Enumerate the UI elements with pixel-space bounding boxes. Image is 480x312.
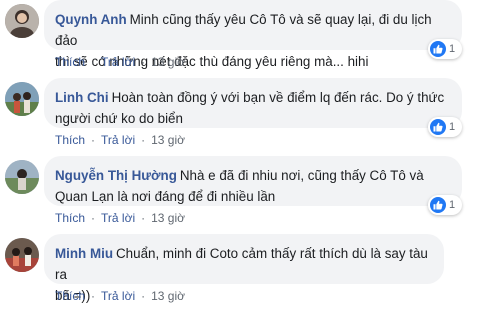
separator-dot: · (141, 211, 146, 225)
avatar[interactable] (5, 238, 39, 272)
comment-body-line: Hoàn toàn đồng ý với bạn về điểm lq đến … (111, 90, 445, 105)
comment-body-line: Quan Lạn là nơi đáng để đi nhiều lần (55, 189, 276, 204)
comment-text: Nguyễn Thị Hường Nhà e đã đi nhiu nơi, cũ… (55, 165, 450, 207)
reaction-summary[interactable]: 1 (428, 39, 462, 59)
like-link[interactable]: Thích (55, 208, 85, 228)
reaction-count: 1 (449, 43, 456, 55)
comment-body-line: người chứ ko do biển (55, 111, 183, 126)
reply-link[interactable]: Trả lời (101, 286, 135, 306)
separator-dot: · (141, 133, 146, 147)
reaction-summary[interactable]: 1 (428, 117, 462, 137)
like-link[interactable]: Thích (55, 286, 85, 306)
comment: Linh Chi Hoàn toàn đồng ý với bạn về điểm… (0, 78, 480, 156)
comment-timestamp[interactable]: 13 giờ (151, 52, 185, 72)
comment-bubble: Linh Chi Hoàn toàn đồng ý với bạn về điểm… (44, 78, 462, 137)
like-link[interactable]: Thích (55, 130, 85, 150)
reaction-count: 1 (449, 121, 456, 133)
comment-author[interactable]: Quynh Anh (55, 12, 127, 27)
comment-timestamp[interactable]: 13 giờ (151, 208, 185, 228)
comment-author[interactable]: Linh Chi (55, 90, 109, 105)
comment-actions: Thích · Trả lời · 13 giờ (55, 286, 185, 306)
comment: Nguyễn Thị Hường Nhà e đã đi nhiu nơi, cũ… (0, 156, 480, 234)
avatar[interactable] (5, 160, 39, 194)
like-icon (430, 119, 446, 135)
like-icon (430, 41, 446, 57)
comment-actions: Thích · Trả lời · 13 giờ (55, 130, 185, 150)
reply-link[interactable]: Trả lời (101, 208, 135, 228)
comment-timestamp[interactable]: 13 giờ (151, 286, 185, 306)
separator-dot: · (141, 289, 146, 303)
comment-bubble: Quynh Anh Minh cũng thấy yêu Cô Tô và sẽ … (44, 0, 462, 69)
comment: Quynh Anh Minh cũng thấy yêu Cô Tô và sẽ … (0, 0, 480, 78)
reply-link[interactable]: Trả lời (101, 52, 135, 72)
separator-dot: · (141, 55, 146, 69)
comment-timestamp[interactable]: 13 giờ (151, 130, 185, 150)
separator-dot: · (91, 289, 96, 303)
comment-body-line: Nhà e đã đi nhiu nơi, cũng thấy Cô Tô và (179, 168, 424, 183)
reaction-count: 1 (449, 199, 456, 211)
separator-dot: · (91, 133, 96, 147)
avatar[interactable] (5, 4, 39, 38)
comment-bubble: Minh Miu Chuẩn, minh đi Coto cảm thấy rất… (44, 234, 444, 303)
comment: Minh Miu Chuẩn, minh đi Coto cảm thấy rất… (0, 234, 480, 312)
reply-link[interactable]: Trả lời (101, 130, 135, 150)
avatar[interactable] (5, 82, 39, 116)
separator-dot: · (91, 55, 96, 69)
comment-author[interactable]: Nguyễn Thị Hường (55, 168, 177, 183)
comment-text: Linh Chi Hoàn toàn đồng ý với bạn về điểm… (55, 87, 450, 129)
comment-actions: Thích · Trả lời · 13 giờ (55, 52, 185, 72)
comment-bubble: Nguyễn Thị Hường Nhà e đã đi nhiu nơi, cũ… (44, 156, 462, 215)
separator-dot: · (91, 211, 96, 225)
reaction-summary[interactable]: 1 (428, 195, 462, 215)
like-icon (430, 197, 446, 213)
comment-author[interactable]: Minh Miu (55, 246, 113, 261)
comment-actions: Thích · Trả lời · 13 giờ (55, 208, 185, 228)
like-link[interactable]: Thích (55, 52, 85, 72)
